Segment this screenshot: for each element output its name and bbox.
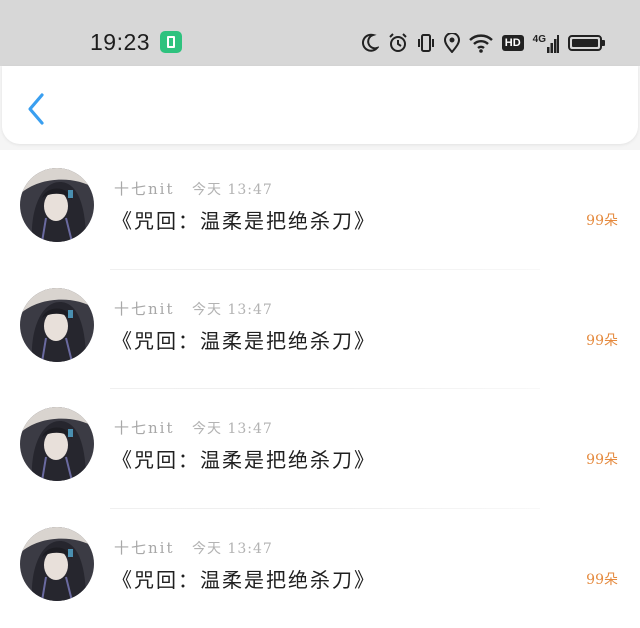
wifi-icon <box>469 33 493 53</box>
hd-badge: HD <box>502 35 524 51</box>
vibrate-icon <box>417 33 435 53</box>
avatar[interactable] <box>20 168 94 242</box>
battery-icon <box>568 35 602 51</box>
list-item[interactable]: 十七nit 今天 13:47 《咒回：温柔是把绝杀刀》 99朵 <box>0 150 640 270</box>
avatar[interactable] <box>20 527 94 601</box>
list-item[interactable]: 十七nit 今天 13:47 《咒回：温柔是把绝杀刀》 99朵 <box>0 270 640 390</box>
book-title[interactable]: 《咒回：温柔是把绝杀刀》 <box>112 564 376 593</box>
chevron-left-icon <box>24 92 54 126</box>
clock-time: 19:23 <box>90 29 150 56</box>
list-item[interactable]: 十七nit 今天 13:47 《咒回：温柔是把绝杀刀》 99朵 <box>0 389 640 509</box>
username[interactable]: 十七nit <box>114 537 175 558</box>
flower-count: 99朵 <box>586 569 618 589</box>
moon-icon <box>361 33 379 53</box>
nav-bar <box>2 66 638 144</box>
book-title[interactable]: 《咒回：温柔是把绝杀刀》 <box>112 444 376 473</box>
flower-count: 99朵 <box>586 210 618 230</box>
status-icons: HD 4G <box>361 30 602 56</box>
list-item[interactable]: 十七nit 今天 13:47 《咒回：温柔是把绝杀刀》 99朵 <box>0 509 640 628</box>
network-type-label: 4G <box>533 34 546 45</box>
username[interactable]: 十七nit <box>114 178 175 199</box>
username[interactable]: 十七nit <box>114 298 175 319</box>
charging-app-icon <box>160 31 182 53</box>
location-icon <box>444 33 460 53</box>
timestamp: 今天 13:47 <box>192 538 273 558</box>
alarm-icon <box>388 33 408 53</box>
flower-count: 99朵 <box>586 330 618 350</box>
gift-list: 十七nit 今天 13:47 《咒回：温柔是把绝杀刀》 99朵 十七nit 今天… <box>0 150 640 628</box>
flower-count: 99朵 <box>586 449 618 469</box>
avatar[interactable] <box>20 407 94 481</box>
signal-4g-icon: 4G <box>533 34 559 53</box>
timestamp: 今天 13:47 <box>192 299 273 319</box>
timestamp: 今天 13:47 <box>192 418 273 438</box>
timestamp: 今天 13:47 <box>192 179 273 199</box>
book-title[interactable]: 《咒回：温柔是把绝杀刀》 <box>112 205 376 234</box>
avatar[interactable] <box>20 288 94 362</box>
status-bar: 19:23 HD 4G <box>0 0 640 66</box>
back-button[interactable] <box>24 92 54 126</box>
username[interactable]: 十七nit <box>114 417 175 438</box>
book-title[interactable]: 《咒回：温柔是把绝杀刀》 <box>112 325 376 354</box>
